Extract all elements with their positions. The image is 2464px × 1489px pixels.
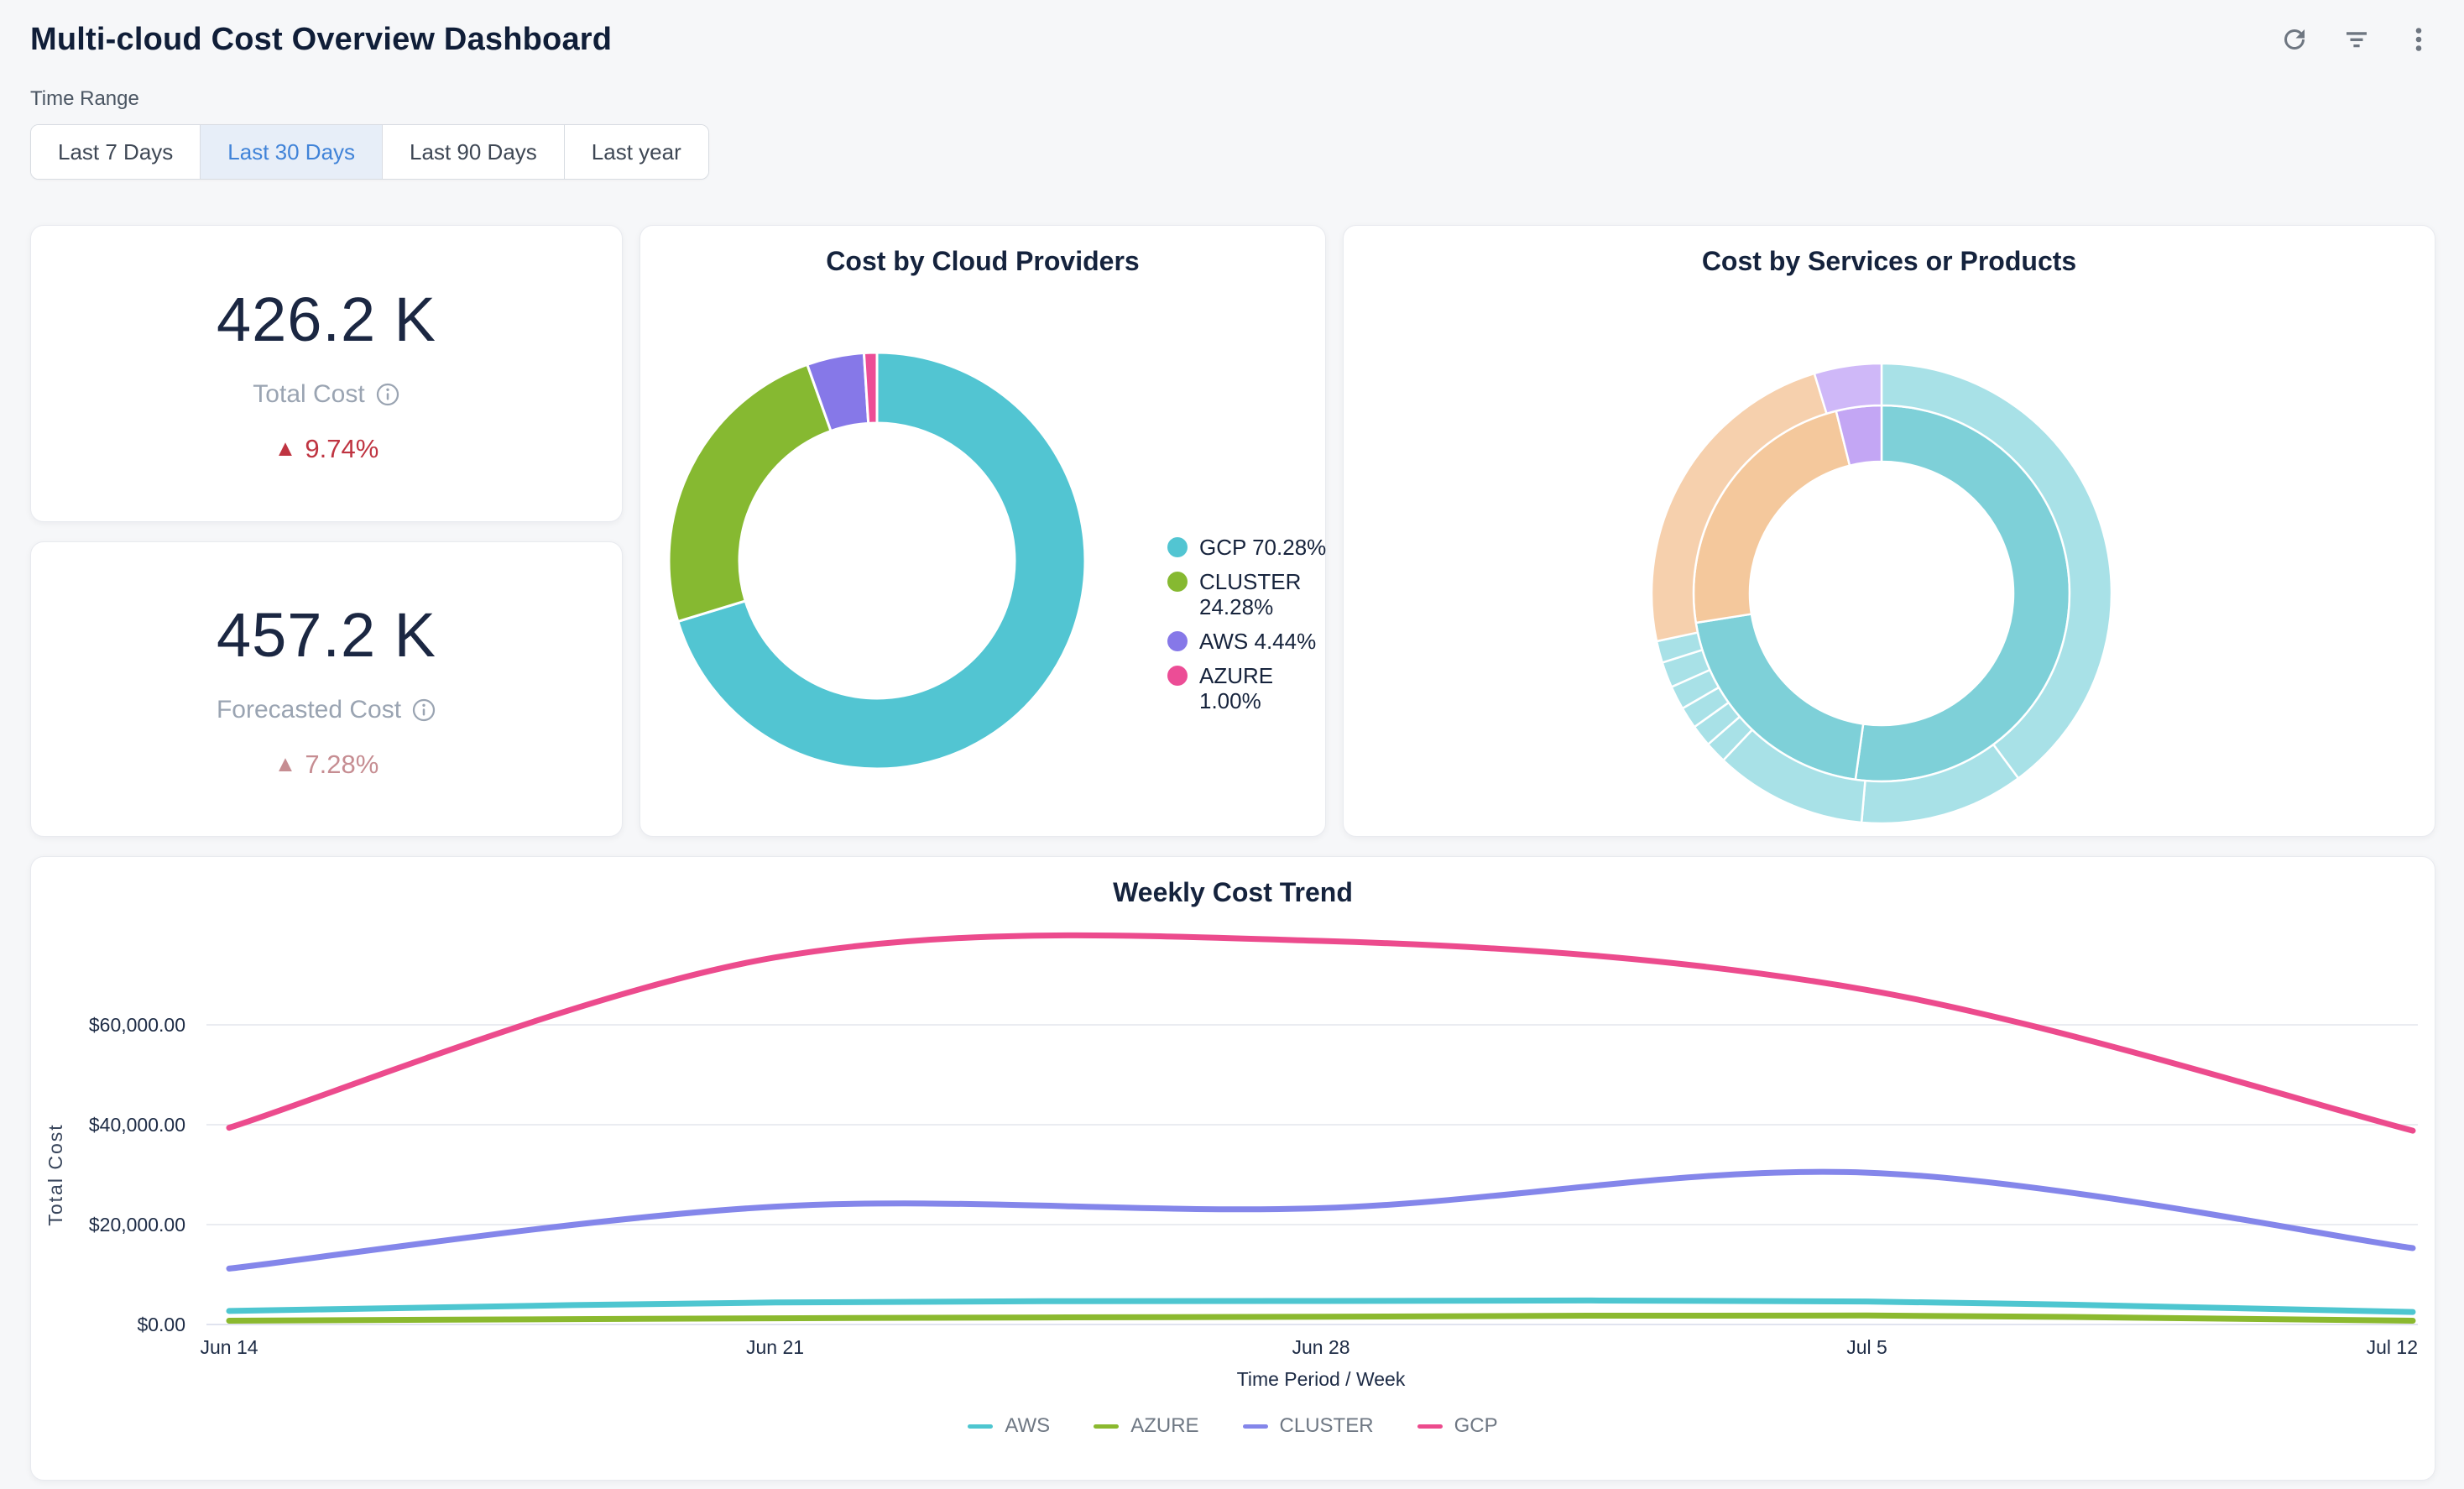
time-range-option-last-year[interactable]: Last year — [564, 125, 708, 179]
donut-slice-cluster[interactable] — [669, 364, 831, 621]
time-range-section: Time Range Last 7 DaysLast 30 DaysLast 9… — [30, 87, 709, 180]
services-sunburst-chart[interactable] — [1344, 226, 2435, 836]
y-axis-title: Total Cost — [44, 1123, 66, 1225]
weekly-cost-trend-chart[interactable]: $0.00 $20,000.00 $40,000.00 $60,000.00 Total… — [31, 857, 2435, 1480]
legend-dot-icon — [1167, 537, 1188, 557]
providers-donut-legend: GCP 70.28% CLUSTER 24.28% AWS 4.44% AZURE 1… — [1167, 535, 1335, 714]
trend-legend-label: GCP — [1454, 1414, 1498, 1438]
trend-line-gcp[interactable] — [229, 935, 2413, 1131]
cost-by-services-card: Cost by Services or Products — [1343, 225, 2435, 837]
weekly-cost-trend-card: Weekly Cost Trend $0.00$20,000.00$40,000… — [30, 856, 2435, 1481]
y-tick-label: $0.00 — [137, 1314, 185, 1335]
dashboard-page: Multi-cloud Cost Overview Dashboard Time… — [0, 0, 2464, 1489]
header: Multi-cloud Cost Overview Dashboard — [30, 8, 2439, 71]
total-cost-label: Total Cost — [253, 380, 364, 409]
time-range-option-last-7-days[interactable]: Last 7 Days — [31, 125, 200, 179]
header-actions — [2274, 19, 2439, 60]
x-tick-label: Jul 12 — [2367, 1336, 2418, 1358]
sunburst-outer-segment-10[interactable] — [1814, 363, 1882, 414]
refresh-button[interactable] — [2274, 19, 2315, 60]
time-range-label: Time Range — [30, 87, 709, 111]
total-cost-card: 426.2 K Total Cost ▲ 9.74% — [30, 225, 623, 522]
forecasted-cost-label: Forecasted Cost — [217, 696, 401, 724]
up-triangle-icon: ▲ — [274, 751, 297, 777]
legend-item-gcp[interactable]: GCP 70.28% — [1167, 535, 1335, 561]
up-triangle-icon: ▲ — [274, 436, 297, 462]
info-icon[interactable] — [411, 697, 436, 723]
legend-line-icon — [1094, 1424, 1119, 1429]
trend-legend-item-aws[interactable]: AWS — [968, 1414, 1050, 1438]
legend-line-icon — [968, 1424, 993, 1429]
legend-line-icon — [1417, 1424, 1443, 1429]
total-cost-delta-value: 9.74% — [305, 434, 378, 464]
legend-label: AWS 4.44% — [1199, 629, 1316, 655]
time-range-option-last-30-days[interactable]: Last 30 Days — [200, 125, 382, 179]
trend-legend-label: AWS — [1005, 1414, 1050, 1438]
trend-legend-item-gcp[interactable]: GCP — [1417, 1414, 1498, 1438]
page-title: Multi-cloud Cost Overview Dashboard — [30, 22, 612, 58]
x-tick-label: Jul 5 — [1846, 1336, 1887, 1358]
forecasted-cost-delta: ▲ 7.28% — [274, 750, 379, 780]
legend-dot-icon — [1167, 666, 1188, 686]
total-cost-delta: ▲ 9.74% — [274, 434, 379, 464]
total-cost-label-row: Total Cost — [253, 380, 399, 409]
x-axis-title: Time Period / Week — [1237, 1368, 1406, 1390]
legend-label: GCP 70.28% — [1199, 535, 1326, 561]
legend-dot-icon — [1167, 572, 1188, 592]
time-range-button-group: Last 7 DaysLast 30 DaysLast 90 DaysLast … — [30, 124, 709, 180]
legend-label: AZURE 1.00% — [1199, 663, 1335, 714]
trend-legend-item-cluster[interactable]: CLUSTER — [1243, 1414, 1374, 1438]
total-cost-value: 426.2 K — [217, 284, 436, 355]
filter-icon — [2341, 24, 2372, 55]
legend-label: CLUSTER 24.28% — [1199, 569, 1335, 620]
info-icon[interactable] — [375, 382, 400, 407]
forecasted-cost-label-row: Forecasted Cost — [217, 696, 436, 724]
x-tick-label: Jun 28 — [1292, 1336, 1349, 1358]
x-tick-label: Jun 14 — [200, 1336, 258, 1358]
trend-line-aws[interactable] — [229, 1300, 2413, 1312]
forecasted-cost-delta-value: 7.28% — [305, 750, 378, 780]
time-range-option-last-90-days[interactable]: Last 90 Days — [382, 125, 564, 179]
total-cost-card-content: 426.2 K Total Cost ▲ 9.74% — [31, 226, 622, 521]
trend-line-cluster[interactable] — [229, 1172, 2413, 1268]
trend-legend-label: CLUSTER — [1280, 1414, 1374, 1438]
kebab-menu-icon — [2404, 24, 2434, 55]
legend-dot-icon — [1167, 631, 1188, 651]
forecasted-cost-card: 457.2 K Forecasted Cost ▲ 7.28% — [30, 541, 623, 837]
y-tick-label: $40,000.00 — [89, 1114, 185, 1136]
refresh-icon — [2279, 24, 2310, 55]
y-tick-label: $60,000.00 — [89, 1014, 185, 1036]
trend-legend-item-azure[interactable]: AZURE — [1094, 1414, 1198, 1438]
filter-button[interactable] — [2336, 19, 2377, 60]
legend-item-aws[interactable]: AWS 4.44% — [1167, 629, 1335, 655]
forecasted-cost-card-content: 457.2 K Forecasted Cost ▲ 7.28% — [31, 542, 622, 836]
x-tick-label: Jun 21 — [746, 1336, 804, 1358]
providers-donut-chart[interactable] — [640, 226, 1325, 836]
cost-by-cloud-providers-card: Cost by Cloud Providers GCP 70.28%CLUSTE… — [639, 225, 1326, 837]
trend-line-azure[interactable] — [229, 1315, 2413, 1320]
more-options-button[interactable] — [2399, 19, 2439, 60]
y-tick-label: $20,000.00 — [89, 1214, 185, 1236]
trend-legend-label: AZURE — [1130, 1414, 1198, 1438]
legend-line-icon — [1243, 1424, 1268, 1429]
legend-item-cluster[interactable]: CLUSTER 24.28% — [1167, 569, 1335, 620]
weekly-trend-legend: AWS AZURE CLUSTER GCP — [31, 1414, 2435, 1438]
legend-item-azure[interactable]: AZURE 1.00% — [1167, 663, 1335, 714]
forecasted-cost-value: 457.2 K — [217, 599, 436, 671]
